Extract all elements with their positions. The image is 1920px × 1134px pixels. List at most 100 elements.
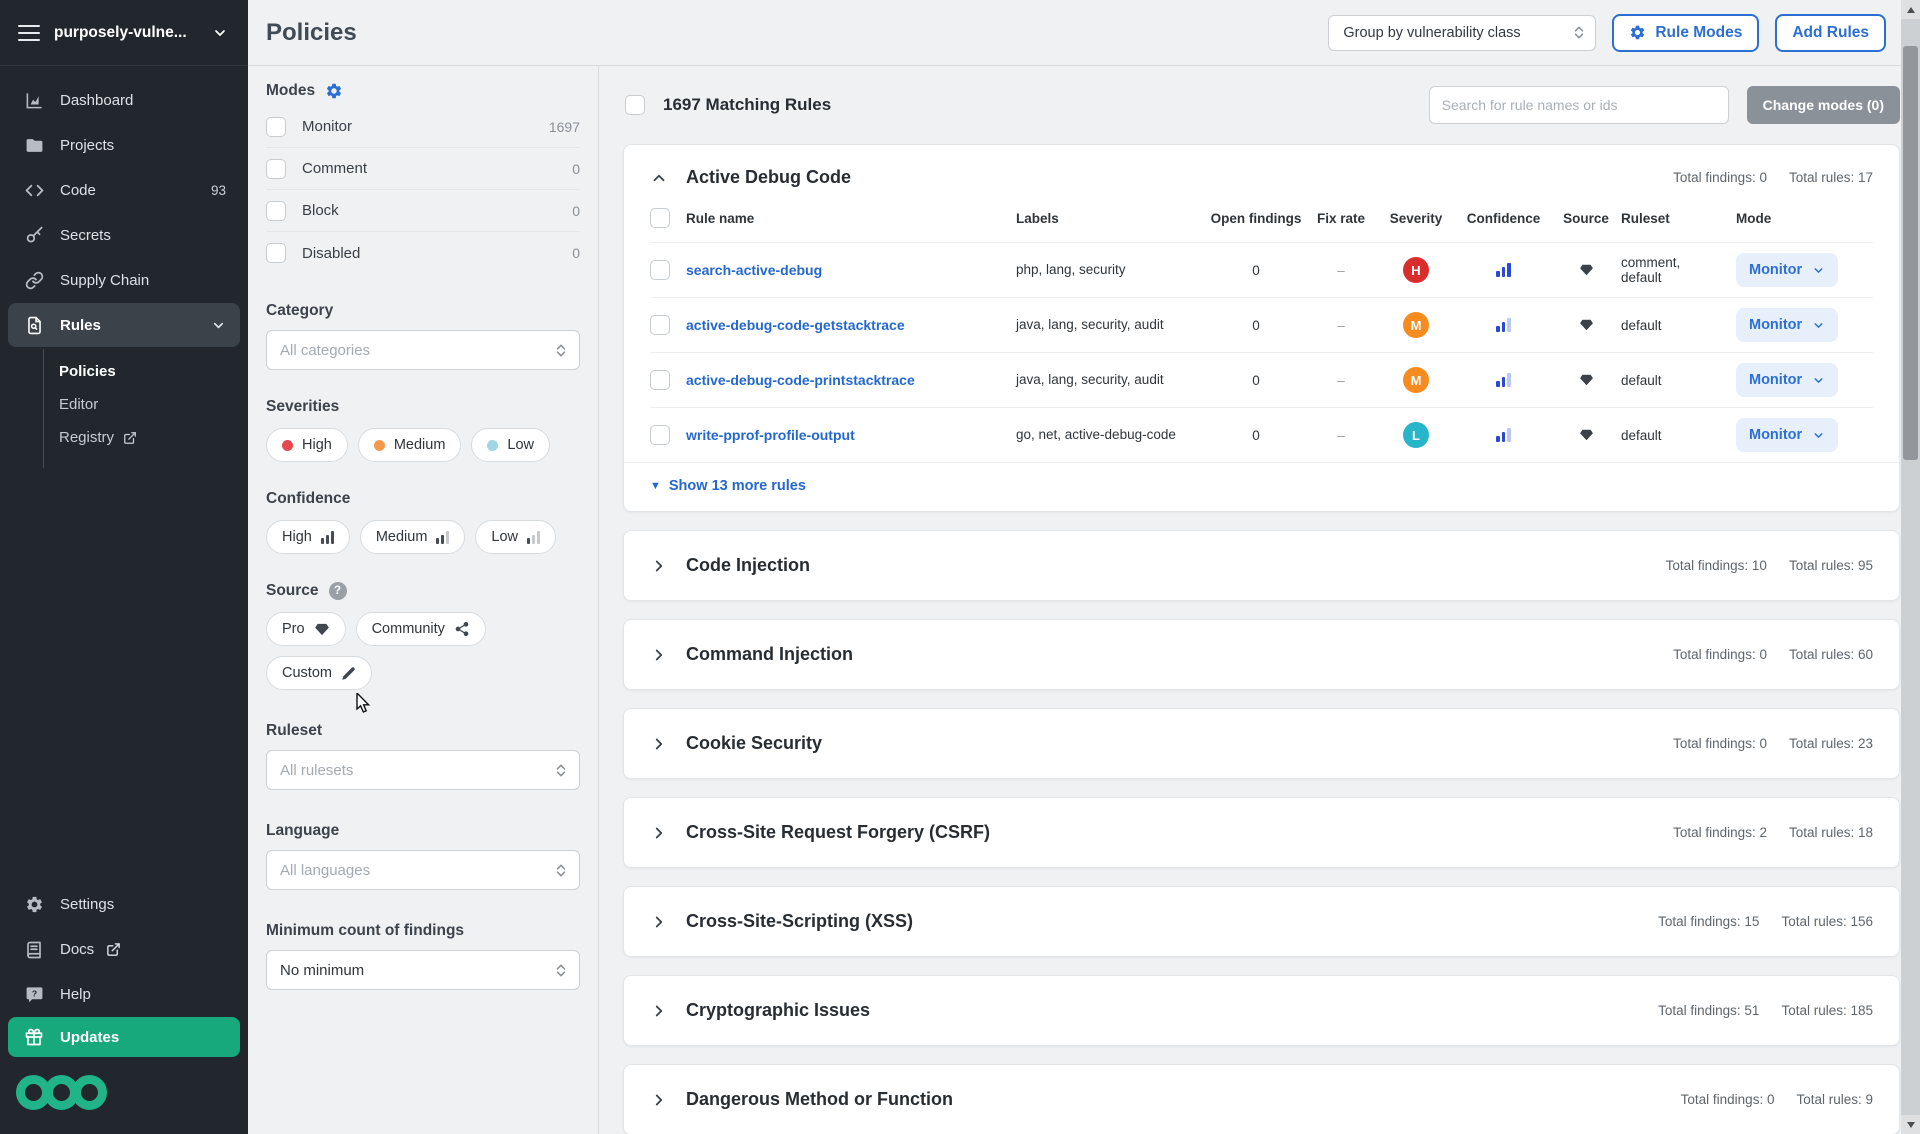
severity-badge: M xyxy=(1403,312,1429,338)
sidebar-item-projects[interactable]: Projects xyxy=(0,123,248,168)
row-checkbox[interactable] xyxy=(650,315,670,335)
mode-count: 0 xyxy=(572,160,580,177)
rules-main: 1697 Matching Rules Change modes (0) Act… xyxy=(599,66,1920,1134)
section-header[interactable]: Cryptographic Issues Total findings: 51 T… xyxy=(624,976,1899,1045)
select-section-checkbox[interactable] xyxy=(650,208,670,228)
section-header[interactable]: Active Debug Code Total findings: 0 Tota… xyxy=(624,145,1899,204)
ruleset-placeholder: All rulesets xyxy=(280,761,354,779)
source-help-icon[interactable]: ? xyxy=(328,582,347,600)
checkbox[interactable] xyxy=(266,116,286,137)
confidence-bars-icon xyxy=(1496,373,1511,387)
mode-count: 1697 xyxy=(548,118,580,135)
sidebar-item-help[interactable]: ? Help xyxy=(0,972,248,1017)
confidence-chip-low[interactable]: Low xyxy=(475,520,557,554)
sidebar-item-editor[interactable]: Editor xyxy=(0,388,248,421)
severity-chip-low[interactable]: Low xyxy=(471,428,551,462)
sidebar-item-label: Docs xyxy=(60,941,95,958)
ruleset-value: comment, default xyxy=(1621,255,1681,285)
sidebar-item-updates[interactable]: Updates xyxy=(8,1017,240,1057)
page-title: Policies xyxy=(266,18,357,46)
mode-filter-monitor[interactable]: Monitor 1697 xyxy=(266,106,580,148)
sidebar-item-settings[interactable]: Settings xyxy=(0,882,248,927)
show-more-rules-link[interactable]: ▼ Show 13 more rules xyxy=(624,462,1899,511)
sidebar-item-dashboard[interactable]: Dashboard xyxy=(0,78,248,123)
mode-dropdown[interactable]: Monitor xyxy=(1736,363,1839,397)
chip-label: Low xyxy=(491,529,519,545)
rule-modes-button[interactable]: Rule Modes xyxy=(1612,13,1760,52)
mode-filter-block[interactable]: Block 0 xyxy=(266,190,580,232)
min-findings-select[interactable]: No minimum xyxy=(266,950,580,990)
mode-filter-comment[interactable]: Comment 0 xyxy=(266,148,580,190)
up-down-chevrons-icon xyxy=(556,764,566,776)
group-by-select[interactable]: Group by vulnerability class xyxy=(1328,14,1597,51)
section-header[interactable]: Cookie Security Total findings: 0 Total r… xyxy=(624,709,1899,778)
confidence-chip-medium[interactable]: Medium xyxy=(359,520,466,554)
source-chip-custom[interactable]: Custom xyxy=(266,656,372,690)
section-header[interactable]: Code Injection Total findings: 10 Total r… xyxy=(624,531,1899,600)
row-checkbox[interactable] xyxy=(650,370,670,390)
confidence-chip-high[interactable]: High xyxy=(266,520,350,554)
gear-icon xyxy=(1631,25,1645,40)
sidebar-item-registry[interactable]: Registry xyxy=(0,421,248,454)
sidebar-item-policies[interactable]: Policies xyxy=(0,355,248,388)
sidebar-item-label: Secrets xyxy=(60,227,111,244)
high-severity-dot-icon xyxy=(282,439,293,451)
checkbox[interactable] xyxy=(266,243,286,263)
source-chip-pro[interactable]: Pro xyxy=(266,612,346,646)
rule-name-link[interactable]: active-debug-code-printstacktrace xyxy=(686,372,1016,388)
mode-filter-disabled[interactable]: Disabled 0 xyxy=(266,232,580,274)
org-switcher[interactable]: purposely-vulne... xyxy=(0,0,248,66)
mode-value: Monitor xyxy=(1749,262,1803,278)
code-count-badge: 93 xyxy=(210,183,226,198)
up-down-chevrons-icon xyxy=(1575,26,1584,39)
rule-name-link[interactable]: search-active-debug xyxy=(686,262,1016,278)
confidence-bars-icon xyxy=(527,530,541,544)
chevron-right-icon xyxy=(655,1005,663,1016)
hamburger-icon[interactable] xyxy=(18,24,40,41)
gem-icon xyxy=(314,623,329,635)
rule-search-input[interactable] xyxy=(1428,86,1729,124)
sidebar-item-supply-chain[interactable]: Supply Chain xyxy=(0,258,248,303)
severity-chip-medium[interactable]: Medium xyxy=(357,428,462,462)
chevron-right-icon xyxy=(655,827,663,838)
sidebar-footer: Settings Docs ? Help Updates xyxy=(0,882,248,1134)
sidebar: purposely-vulne... Dashboard Projects Co… xyxy=(0,0,248,1134)
language-select[interactable]: All languages xyxy=(266,850,580,890)
scrollbar-up-icon[interactable] xyxy=(1901,0,1920,19)
confidence-bars-icon xyxy=(1496,263,1511,277)
section-header[interactable]: Dangerous Method or Function Total findi… xyxy=(624,1065,1899,1134)
vertical-scrollbar[interactable] xyxy=(1901,0,1920,1134)
col-severity: Severity xyxy=(1389,210,1443,226)
source-chip-community[interactable]: Community xyxy=(355,612,486,646)
row-checkbox[interactable] xyxy=(650,425,670,445)
sidebar-item-rules[interactable]: Rules xyxy=(8,303,240,347)
table-row: search-active-debug php, lang, security … xyxy=(650,242,1873,297)
rule-name-link[interactable]: active-debug-code-getstacktrace xyxy=(686,317,1016,333)
add-rules-label: Add Rules xyxy=(1792,23,1869,41)
checkbox[interactable] xyxy=(266,200,286,221)
group-by-value: Group by vulnerability class xyxy=(1343,24,1521,41)
category-select[interactable]: All categories xyxy=(266,330,580,370)
section-header[interactable]: Cross-Site Request Forgery (CSRF) Total … xyxy=(624,798,1899,867)
severity-chip-high[interactable]: High xyxy=(266,428,348,462)
mode-filter-list: Monitor 1697 Comment 0 Block 0 Disabled … xyxy=(266,106,580,274)
ruleset-select[interactable]: All rulesets xyxy=(266,750,580,790)
rule-name-link[interactable]: write-pprof-profile-output xyxy=(686,427,1016,443)
mode-dropdown[interactable]: Monitor xyxy=(1736,308,1839,342)
add-rules-button[interactable]: Add Rules xyxy=(1775,13,1886,52)
change-modes-button[interactable]: Change modes (0) xyxy=(1746,86,1900,124)
select-all-checkbox[interactable] xyxy=(625,95,645,115)
modes-gear-icon[interactable] xyxy=(325,82,343,100)
scrollbar-thumb[interactable] xyxy=(1903,46,1918,460)
scrollbar-down-icon[interactable] xyxy=(1901,1115,1920,1134)
mode-dropdown[interactable]: Monitor xyxy=(1736,253,1839,287)
checkbox[interactable] xyxy=(266,158,286,179)
sidebar-item-docs[interactable]: Docs xyxy=(0,927,248,972)
sidebar-item-code[interactable]: Code 93 xyxy=(0,168,248,213)
section-header[interactable]: Command Injection Total findings: 0 Total… xyxy=(624,620,1899,689)
mode-dropdown[interactable]: Monitor xyxy=(1736,418,1839,452)
section-header[interactable]: Cross-Site-Scripting (XSS) Total finding… xyxy=(624,887,1899,956)
category-placeholder: All categories xyxy=(280,341,371,359)
sidebar-item-secrets[interactable]: Secrets xyxy=(0,213,248,258)
row-checkbox[interactable] xyxy=(650,260,670,280)
